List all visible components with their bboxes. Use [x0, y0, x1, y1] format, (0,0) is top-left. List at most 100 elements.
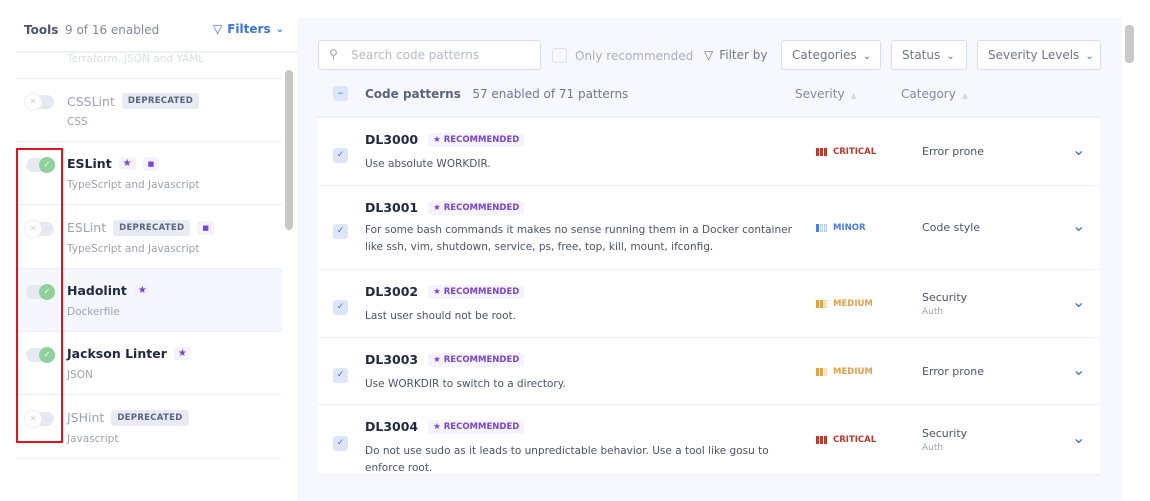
- tool-name-row: JSHint DEPRECATED: [67, 409, 189, 426]
- pattern-category: Security Auth: [922, 291, 967, 317]
- search-placeholder: Search code patterns: [351, 48, 480, 62]
- tools-count: 9 of 16 enabled: [65, 23, 160, 37]
- star-icon: ★: [173, 347, 191, 361]
- dropdown-label: Categories: [792, 48, 857, 62]
- tool-name-row: Hadolint ★: [67, 283, 151, 298]
- recommended-badge: ★ RECOMMENDED: [428, 200, 525, 215]
- pattern-row[interactable]: ✓ DL3002 ★ RECOMMENDED Last user should not…: [318, 270, 1100, 338]
- tool-name: ESLint: [67, 220, 107, 236]
- pattern-checkbox[interactable]: ✓: [333, 224, 348, 239]
- tool-item[interactable]: ✕ CSSLint DEPRECATED CSS: [16, 79, 282, 142]
- status-dropdown[interactable]: Status ⌄: [891, 40, 967, 70]
- pattern-code-row: DL3000 ★ RECOMMENDED: [365, 132, 525, 147]
- only-recommended-checkbox[interactable]: Only recommended: [552, 48, 693, 63]
- category-label: Error prone: [922, 364, 985, 378]
- tool-subtitle: TypeScript and Javascript: [67, 242, 200, 255]
- tool-name: Hadolint: [67, 282, 127, 298]
- pattern-row[interactable]: ✓ DL3001 ★ RECOMMENDED For some bash comman…: [318, 186, 1100, 270]
- pattern-checkbox[interactable]: ✓: [333, 148, 348, 163]
- recommended-badge: ★ RECOMMENDED: [428, 419, 525, 434]
- header-count: 57 enabled of 71 patterns: [472, 87, 629, 101]
- chevron-down-icon[interactable]: ⌄: [1072, 360, 1085, 379]
- tools-scrollbar[interactable]: [285, 70, 293, 230]
- pattern-category: Code style: [922, 221, 980, 234]
- header-title: Code patterns: [365, 87, 461, 101]
- severity-header-label: Severity: [795, 87, 845, 101]
- severity-indicator: MEDIUM: [816, 367, 873, 377]
- filter-icon: ▽: [704, 48, 714, 62]
- chevron-down-icon: ⌄: [275, 23, 284, 35]
- pattern-code: DL3001: [365, 200, 419, 215]
- pattern-code: DL3002: [365, 284, 419, 299]
- pattern-checkbox[interactable]: ✓: [333, 436, 348, 451]
- pattern-checkbox[interactable]: ✓: [333, 367, 348, 383]
- x-icon: ✕: [25, 94, 41, 110]
- tool-subtitle: Javascript: [67, 432, 119, 445]
- patterns-table-header: – Code patterns 57 enabled of 71 pattern…: [318, 78, 1100, 118]
- deprecated-badge: DEPRECATED: [121, 93, 200, 109]
- star-icon: ★: [433, 202, 444, 213]
- category-label: Security: [922, 427, 968, 440]
- severity-levels-dropdown[interactable]: Severity Levels ⌄: [977, 40, 1101, 70]
- pattern-row[interactable]: ✓ DL3003 ★ RECOMMENDED Use WORKDIR to switc…: [318, 338, 1100, 405]
- severity-label: CRITICAL: [833, 147, 877, 157]
- severity-bars-icon: [816, 367, 827, 376]
- severity-label: MINOR: [833, 223, 866, 233]
- checkbox[interactable]: [552, 48, 567, 63]
- tool-name: Jackson Linter: [67, 346, 167, 362]
- recommended-badge: ★ RECOMMENDED: [428, 352, 525, 367]
- pattern-code-row: DL3002 ★ RECOMMENDED: [365, 284, 525, 299]
- category-label: Code style: [922, 221, 981, 234]
- recommended-label: RECOMMENDED: [443, 202, 520, 213]
- tool-subtitle: JSON: [67, 369, 93, 382]
- select-all-checkbox[interactable]: –: [333, 86, 348, 101]
- tool-toggle[interactable]: ✕: [25, 94, 54, 110]
- dropdown-label: Severity Levels: [988, 48, 1080, 62]
- search-input[interactable]: ⚲ Search code patterns: [318, 40, 541, 70]
- severity-bars-icon: [816, 224, 827, 232]
- pattern-category: Error prone: [922, 365, 984, 378]
- pattern-category: Error prone: [922, 145, 984, 158]
- pattern-description: Use WORKDIR to switch to a directory.: [365, 378, 566, 390]
- deprecated-badge: DEPRECATED: [113, 219, 191, 236]
- pattern-category: Security Auth: [922, 427, 967, 453]
- chevron-down-icon[interactable]: ⌄: [1072, 140, 1085, 159]
- patterns-panel: ⚲ Search code patterns Only recommended …: [297, 18, 1122, 501]
- star-icon: ★: [433, 354, 444, 365]
- chevron-down-icon[interactable]: ⌄: [1072, 292, 1085, 311]
- severity-label: MEDIUM: [833, 299, 873, 309]
- pattern-row[interactable]: ✓ DL3000 ★ RECOMMENDED Use absolute WORKDIR…: [318, 118, 1100, 186]
- filter-by-label: ▽ Filter by: [704, 48, 768, 62]
- category-label: Error prone: [922, 145, 985, 158]
- page-scrollbar[interactable]: [1125, 25, 1134, 63]
- sort-icon: ▲: [961, 91, 968, 100]
- severity-indicator: MINOR: [816, 223, 866, 233]
- chevron-down-icon[interactable]: ⌄: [1072, 216, 1085, 235]
- categories-dropdown[interactable]: Categories ⌄: [781, 40, 881, 70]
- chevron-down-icon[interactable]: ⌄: [1072, 428, 1085, 447]
- sort-icon: ▲: [850, 91, 857, 100]
- document-icon: ■: [197, 220, 214, 235]
- severity-indicator: CRITICAL: [816, 435, 876, 445]
- subcategory-label: Auth: [922, 443, 944, 453]
- severity-label: CRITICAL: [833, 435, 877, 445]
- category-column-header[interactable]: Category ▲: [901, 87, 968, 101]
- filter-by-text: Filter by: [719, 48, 768, 62]
- recommended-label: RECOMMENDED: [443, 286, 520, 297]
- filter-icon: ▽: [213, 22, 223, 36]
- pattern-code: DL3004: [365, 419, 419, 434]
- pattern-code-row: DL3004 ★ RECOMMENDED: [365, 419, 525, 434]
- severity-column-header[interactable]: Severity ▲: [795, 87, 857, 101]
- recommended-label: RECOMMENDED: [443, 134, 520, 145]
- patterns-header-title: Code patterns 57 enabled of 71 patterns: [365, 87, 628, 101]
- pattern-code: DL3003: [365, 352, 419, 367]
- recommended-badge: ★ RECOMMENDED: [428, 132, 525, 147]
- pattern-checkbox[interactable]: ✓: [333, 300, 348, 315]
- chevron-down-icon: ⌄: [1085, 51, 1094, 62]
- pattern-row[interactable]: ✓ DL3004 ★ RECOMMENDED Do not use sudo as i…: [318, 405, 1100, 475]
- category-label: Security: [922, 291, 968, 304]
- severity-bars-icon: [816, 148, 827, 156]
- pattern-code-row: DL3001 ★ RECOMMENDED: [365, 200, 525, 215]
- filters-button[interactable]: ▽ Filters ⌄: [213, 22, 284, 36]
- severity-label: MEDIUM: [833, 366, 873, 377]
